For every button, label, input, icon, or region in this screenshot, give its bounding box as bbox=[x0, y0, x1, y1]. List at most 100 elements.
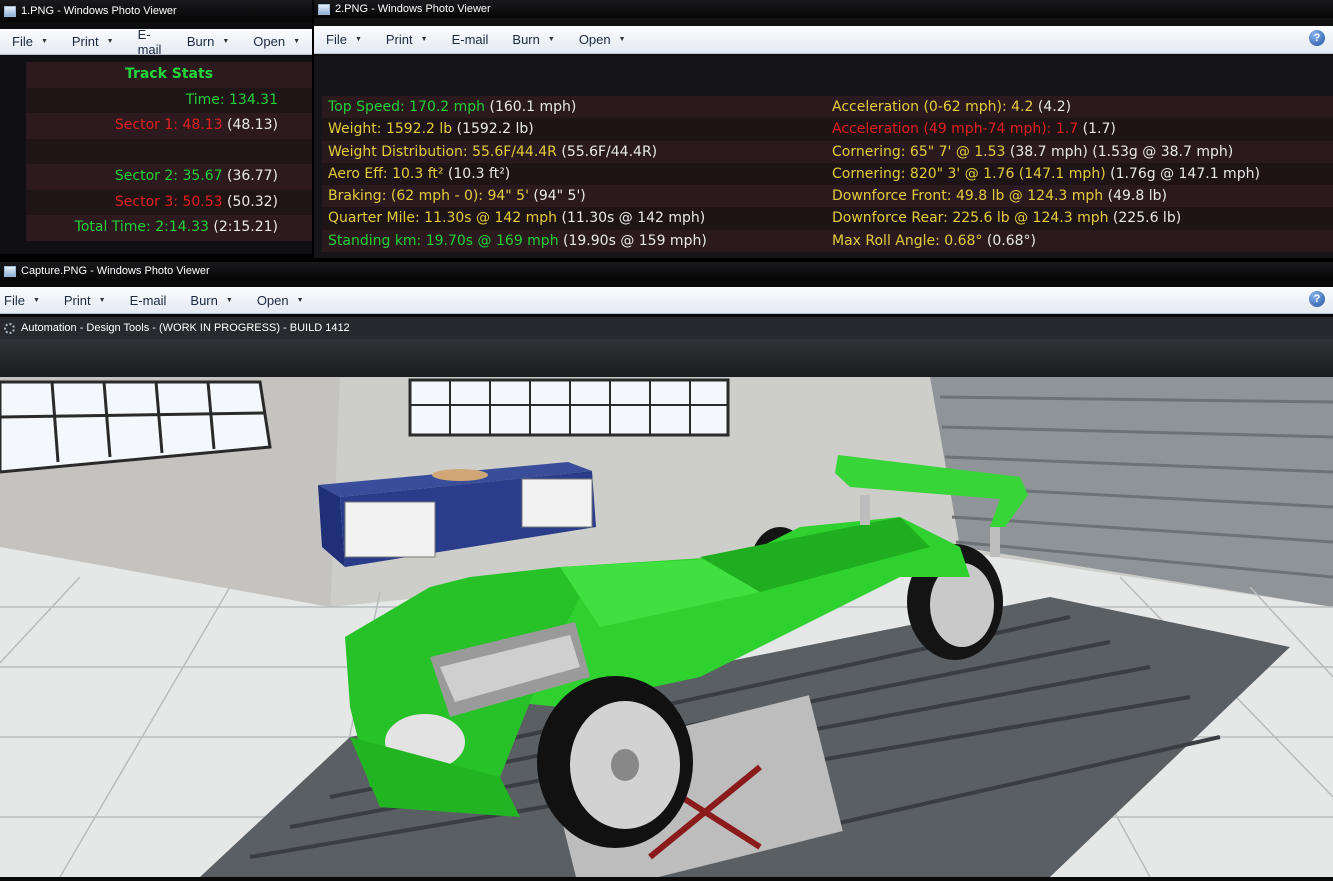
stat-value: Cornering: 820" 3' @ 1.76 (147.1 mph) bbox=[832, 165, 1106, 182]
menu-bar: File ▼ Print ▼ E-mail Burn ▼ Open ▼ bbox=[0, 27, 312, 57]
stat-value: Acceleration (49 mph-74 mph): 1.7 bbox=[832, 121, 1079, 138]
window-center-icon bbox=[408, 378, 730, 437]
stat-value: Braking: (62 mph - 0): 94" 5' bbox=[328, 188, 529, 205]
capture-window: Capture.PNG - Windows Photo Viewer File ▼… bbox=[0, 262, 1333, 881]
car-stats-panel: Top Speed: 170.2 mph (160.1 mph) Accelera… bbox=[322, 96, 1333, 253]
stat-cell-right: Acceleration (49 mph-74 mph): 1.7 (1.7) bbox=[832, 118, 1116, 140]
stat-cell-right: Max Roll Angle: 0.68° (0.68°) bbox=[832, 230, 1036, 252]
garage-render bbox=[0, 377, 1333, 877]
stat-cell-right: Cornering: 65" 7' @ 1.53 (38.7 mph) (1.5… bbox=[832, 141, 1233, 163]
stat-value: Quarter Mile: 11.30s @ 142 mph bbox=[328, 210, 558, 227]
stat-compare: (1592.2 lb) bbox=[452, 121, 534, 138]
stat-cell-left: Braking: (62 mph - 0): 94" 5' (94" 5') bbox=[328, 185, 586, 207]
menu-burn[interactable]: Burn ▼ bbox=[178, 289, 244, 311]
chevron-down-icon: ▼ bbox=[293, 38, 300, 45]
stat-value: Acceleration (0-62 mph): 4.2 bbox=[832, 99, 1034, 115]
stat-row: Total Time: 2:14.33 (2:15.21) bbox=[26, 215, 312, 241]
stat-compare: (94" 5') bbox=[528, 188, 586, 205]
stat-compare: (19.90s @ 159 mph) bbox=[558, 232, 707, 249]
window-title: Capture.PNG - Windows Photo Viewer bbox=[21, 265, 210, 277]
stat-compare: (1.76g @ 147.1 mph) bbox=[1105, 165, 1260, 182]
stat-cell-right: Downforce Rear: 225.6 lb @ 124.3 mph (22… bbox=[832, 207, 1181, 229]
garage-scene bbox=[0, 377, 1333, 877]
menu-email[interactable]: E-mail bbox=[126, 27, 175, 57]
stat-value: Weight: 1592.2 lb bbox=[328, 121, 453, 138]
stat-value: Cornering: 65" 7' @ 1.53 bbox=[832, 143, 1006, 160]
track-stats-panel: Track Stats Time: 134.31 Sector 1: 48.13… bbox=[26, 62, 312, 254]
track-stats-window: 1.PNG - Windows Photo Viewer File ▼ Print… bbox=[0, 0, 312, 254]
stat-value: Aero Eff: 10.3 ft² bbox=[328, 165, 444, 182]
stat-value: Downforce Front: 49.8 lb @ 124.3 mph bbox=[832, 188, 1104, 205]
menu-bar: File ▼ Print ▼ E-mail Burn ▼ Open ▼ ? bbox=[0, 287, 1333, 314]
stat-cell-left: Standing km: 19.70s @ 169 mph (19.90s @ … bbox=[328, 230, 707, 252]
menu-burn[interactable]: Burn ▼ bbox=[500, 29, 566, 51]
stat-cell-left: Top Speed: 170.2 mph (160.1 mph) bbox=[328, 96, 576, 118]
stat-row: Sector 2: 35.67 (36.77) bbox=[26, 164, 312, 190]
menu-file[interactable]: File ▼ bbox=[0, 31, 60, 53]
menu-open[interactable]: Open ▼ bbox=[241, 31, 312, 53]
image-view: Top Speed: 170.2 mph (160.1 mph) Accelera… bbox=[314, 56, 1333, 258]
stat-value: Downforce Rear: 225.6 lb @ 124.3 mph bbox=[832, 210, 1109, 227]
title-bar[interactable]: Capture.PNG - Windows Photo Viewer bbox=[0, 262, 1333, 280]
stat-row: Weight: 1592.2 lb (1592.2 lb) Acceleratio… bbox=[322, 118, 1333, 141]
stat-compare: (49.8 lb) bbox=[1103, 188, 1167, 205]
menu-open[interactable]: Open ▼ bbox=[245, 289, 316, 311]
menu-file[interactable]: File ▼ bbox=[0, 289, 52, 311]
menu-print[interactable]: Print ▼ bbox=[374, 29, 440, 51]
chevron-down-icon: ▼ bbox=[618, 36, 626, 43]
stat-compare: (11.30s @ 142 mph) bbox=[557, 210, 706, 227]
stat-cell-right: Acceleration (0-62 mph): 4.2 (4.2) bbox=[832, 96, 1071, 118]
menu-burn[interactable]: Burn ▼ bbox=[175, 31, 241, 53]
chevron-down-icon: ▼ bbox=[225, 296, 233, 304]
stat-cell-left: Aero Eff: 10.3 ft² (10.3 ft²) bbox=[328, 163, 510, 185]
title-bar[interactable]: 1.PNG - Windows Photo Viewer bbox=[0, 0, 312, 22]
stat-row bbox=[26, 138, 312, 164]
chevron-down-icon: ▼ bbox=[222, 38, 230, 45]
stat-cell-right: Cornering: 820" 3' @ 1.76 (147.1 mph) (1… bbox=[832, 163, 1260, 185]
stat-value: Standing km: 19.70s @ 169 mph bbox=[328, 232, 559, 249]
stat-compare: (0.68°) bbox=[982, 232, 1037, 249]
menu-open[interactable]: Open ▼ bbox=[567, 29, 638, 51]
window-title: 1.PNG - Windows Photo Viewer bbox=[21, 5, 177, 17]
stat-compare: (55.6F/44.4R) bbox=[556, 143, 658, 160]
chevron-down-icon: ▼ bbox=[547, 36, 555, 43]
stat-compare: (160.1 mph) bbox=[485, 99, 577, 115]
menu-print[interactable]: Print ▼ bbox=[60, 31, 126, 53]
stat-cell-left: Quarter Mile: 11.30s @ 142 mph (11.30s @… bbox=[328, 207, 705, 229]
stat-value: Top Speed: 170.2 mph bbox=[328, 99, 486, 115]
chevron-down-icon: ▼ bbox=[296, 296, 304, 304]
stat-compare: (38.7 mph) (1.53g @ 38.7 mph) bbox=[1005, 143, 1234, 160]
menu-print[interactable]: Print ▼ bbox=[52, 289, 118, 311]
stat-cell-right: Downforce Front: 49.8 lb @ 124.3 mph (49… bbox=[832, 185, 1167, 207]
help-icon[interactable]: ? bbox=[1309, 291, 1325, 307]
photo-viewer-icon bbox=[4, 5, 16, 17]
stat-row: Quarter Mile: 11.30s @ 142 mph (11.30s @… bbox=[322, 207, 1333, 230]
menu-file[interactable]: File ▼ bbox=[314, 29, 374, 51]
stat-row: Weight Distribution: 55.6F/44.4R (55.6F/… bbox=[322, 140, 1333, 163]
stat-row: Standing km: 19.70s @ 169 mph (19.90s @ … bbox=[322, 229, 1333, 253]
stat-row: Aero Eff: 10.3 ft² (10.3 ft²) Cornering: … bbox=[322, 162, 1333, 186]
stat-cell-left: Weight Distribution: 55.6F/44.4R (55.6F/… bbox=[328, 141, 657, 163]
stat-row: Time: 134.31 bbox=[26, 87, 312, 113]
title-bar[interactable]: 2.PNG - Windows Photo Viewer bbox=[314, 0, 1333, 18]
game-title-bar: Automation - Design Tools - (WORK IN PRO… bbox=[0, 317, 1333, 339]
chevron-down-icon: ▼ bbox=[420, 36, 428, 43]
chevron-down-icon: ▼ bbox=[32, 296, 40, 304]
menu-email[interactable]: E-mail bbox=[118, 289, 179, 311]
stat-compare: (10.3 ft²) bbox=[443, 165, 511, 182]
help-icon[interactable]: ? bbox=[1309, 30, 1325, 46]
stat-compare: (225.6 lb) bbox=[1108, 210, 1182, 227]
stat-row: Top Speed: 170.2 mph (160.1 mph) Accelera… bbox=[322, 96, 1333, 119]
stat-row: Sector 1: 48.13 (48.13) bbox=[26, 113, 312, 139]
front-wheel-icon bbox=[537, 676, 693, 848]
stat-compare: (4.2) bbox=[1033, 99, 1072, 115]
game-title: Automation - Design Tools - (WORK IN PRO… bbox=[21, 322, 350, 334]
photo-viewer-icon bbox=[4, 265, 16, 277]
image-view: Track Stats Time: 134.31 Sector 1: 48.13… bbox=[0, 56, 312, 254]
game-toolbar bbox=[0, 339, 1333, 377]
stat-compare: (1.7) bbox=[1078, 121, 1116, 138]
menu-email[interactable]: E-mail bbox=[440, 29, 501, 51]
stat-row: Sector 3: 50.53 (50.32) bbox=[26, 189, 312, 215]
chevron-down-icon: ▼ bbox=[106, 38, 114, 45]
automation-logo-icon bbox=[4, 322, 15, 334]
